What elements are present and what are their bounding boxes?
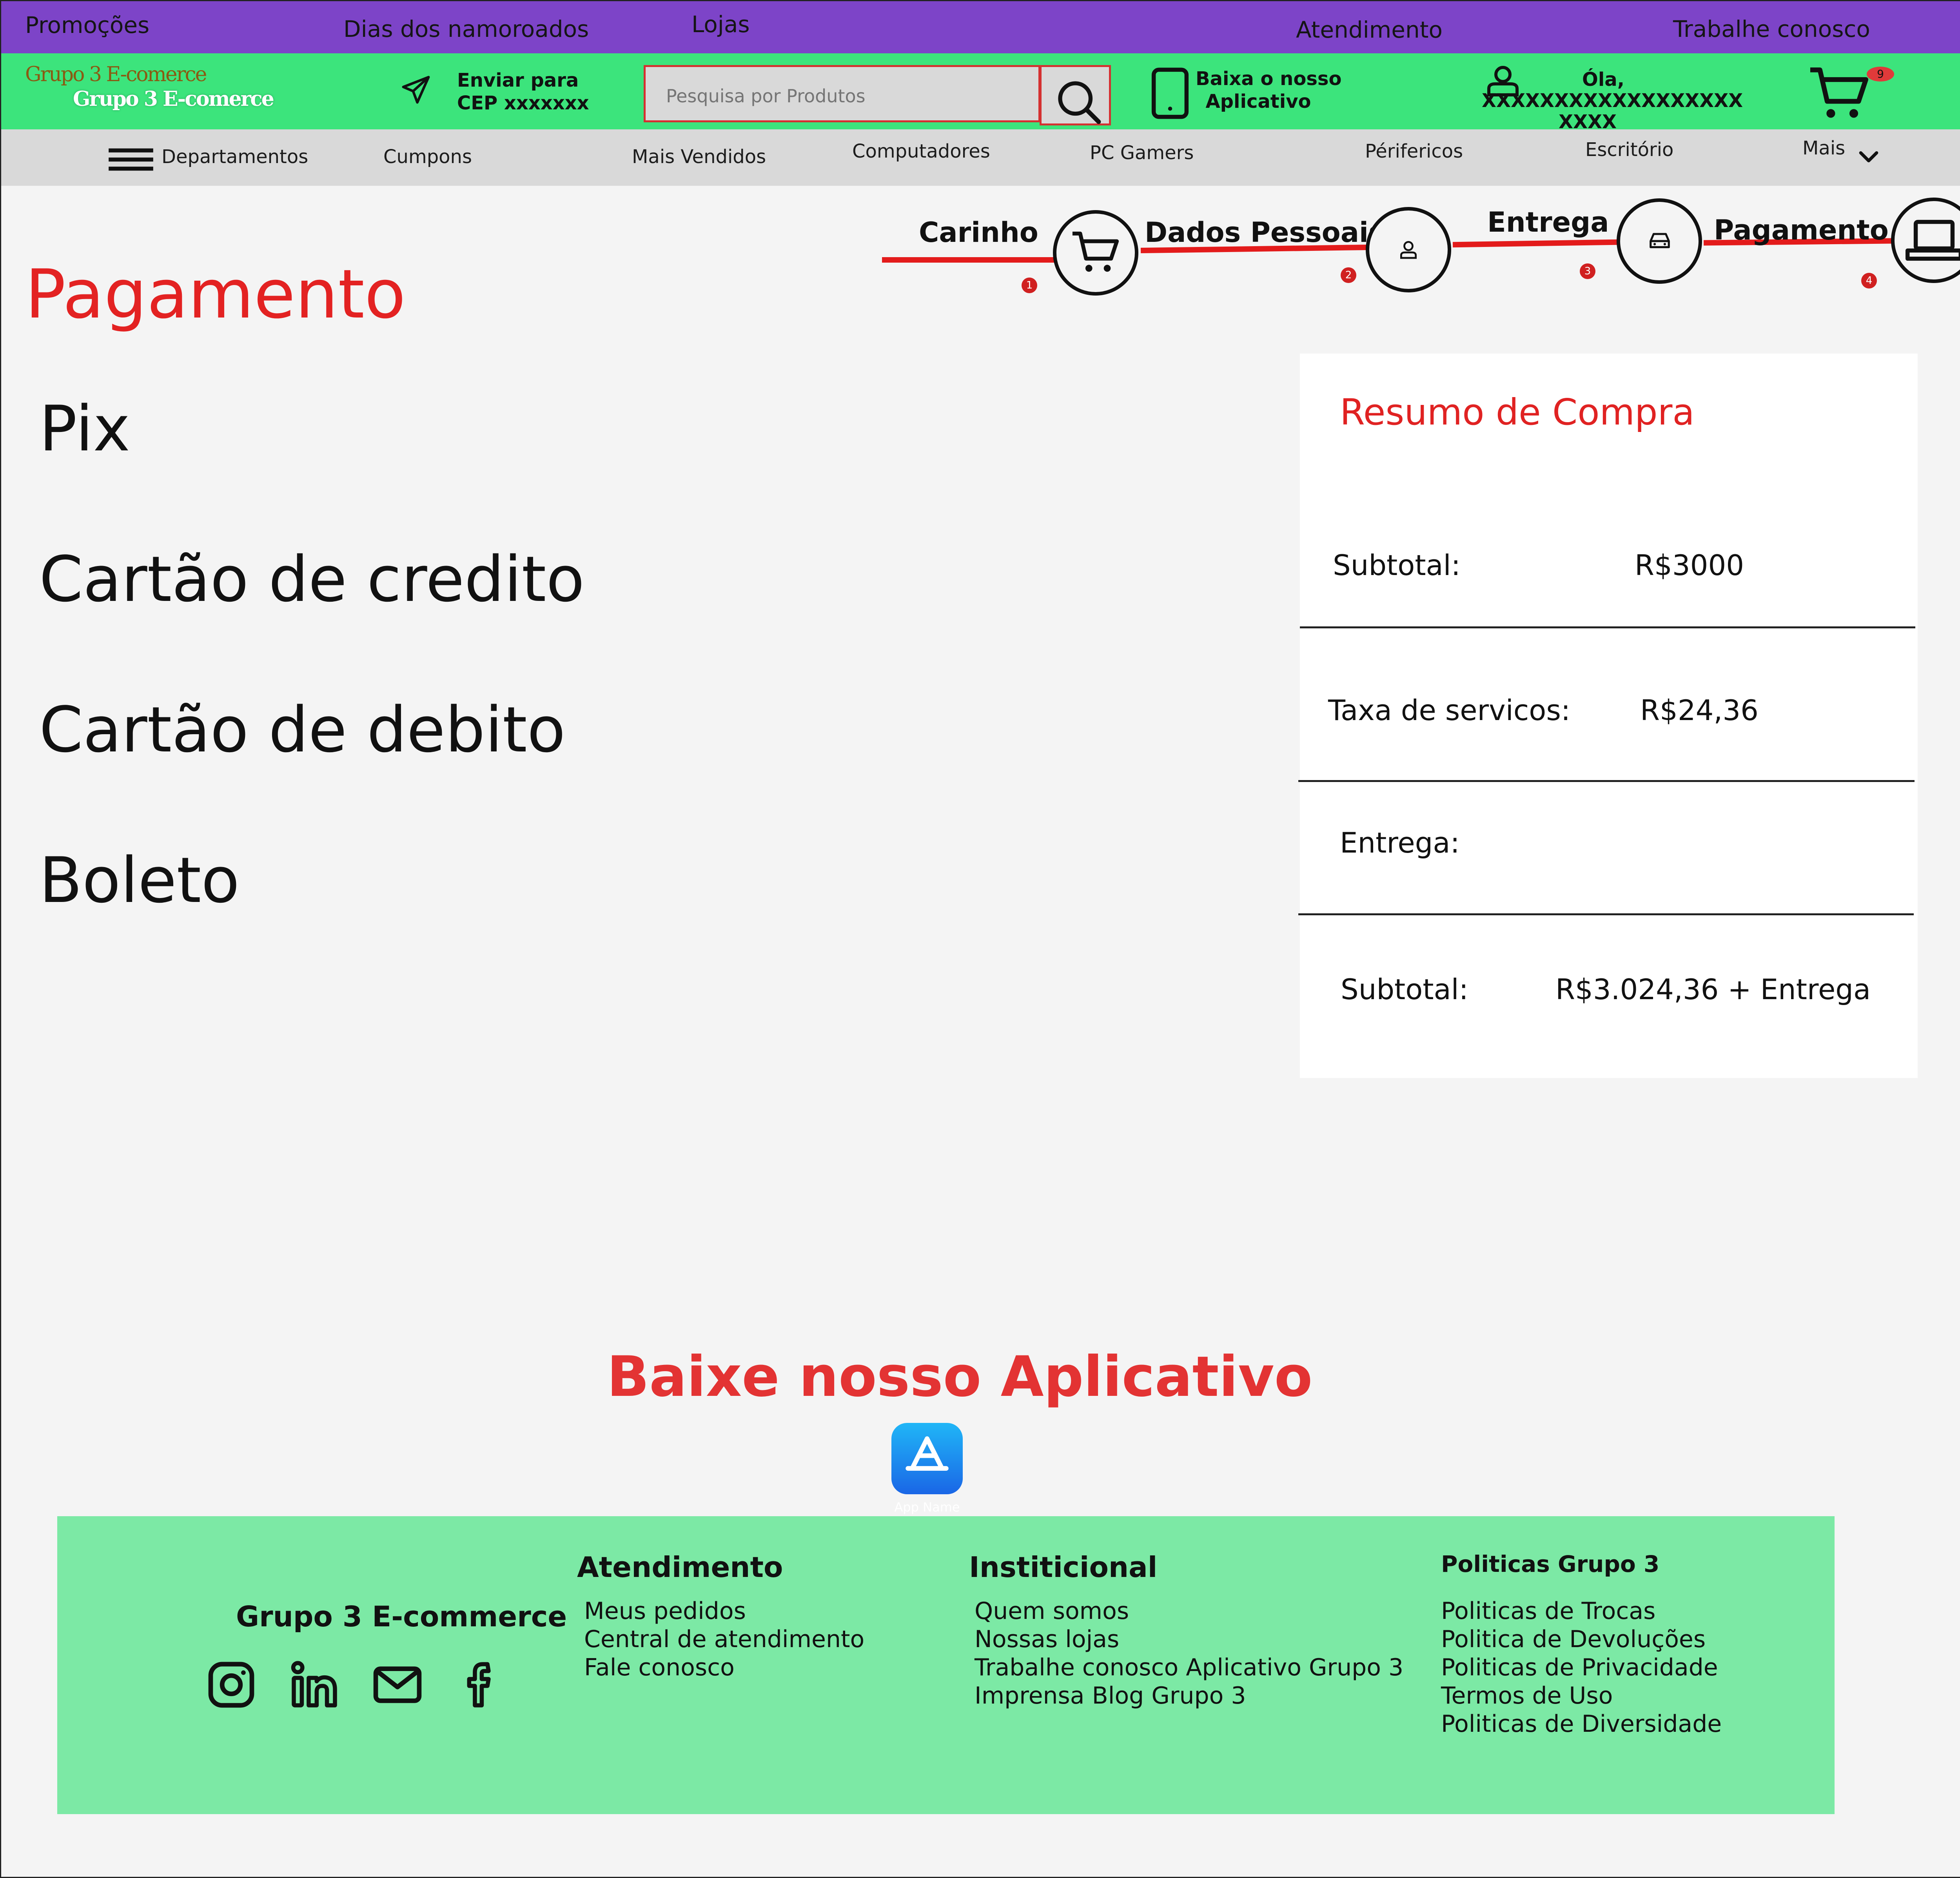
page-border bbox=[0, 0, 1960, 1878]
